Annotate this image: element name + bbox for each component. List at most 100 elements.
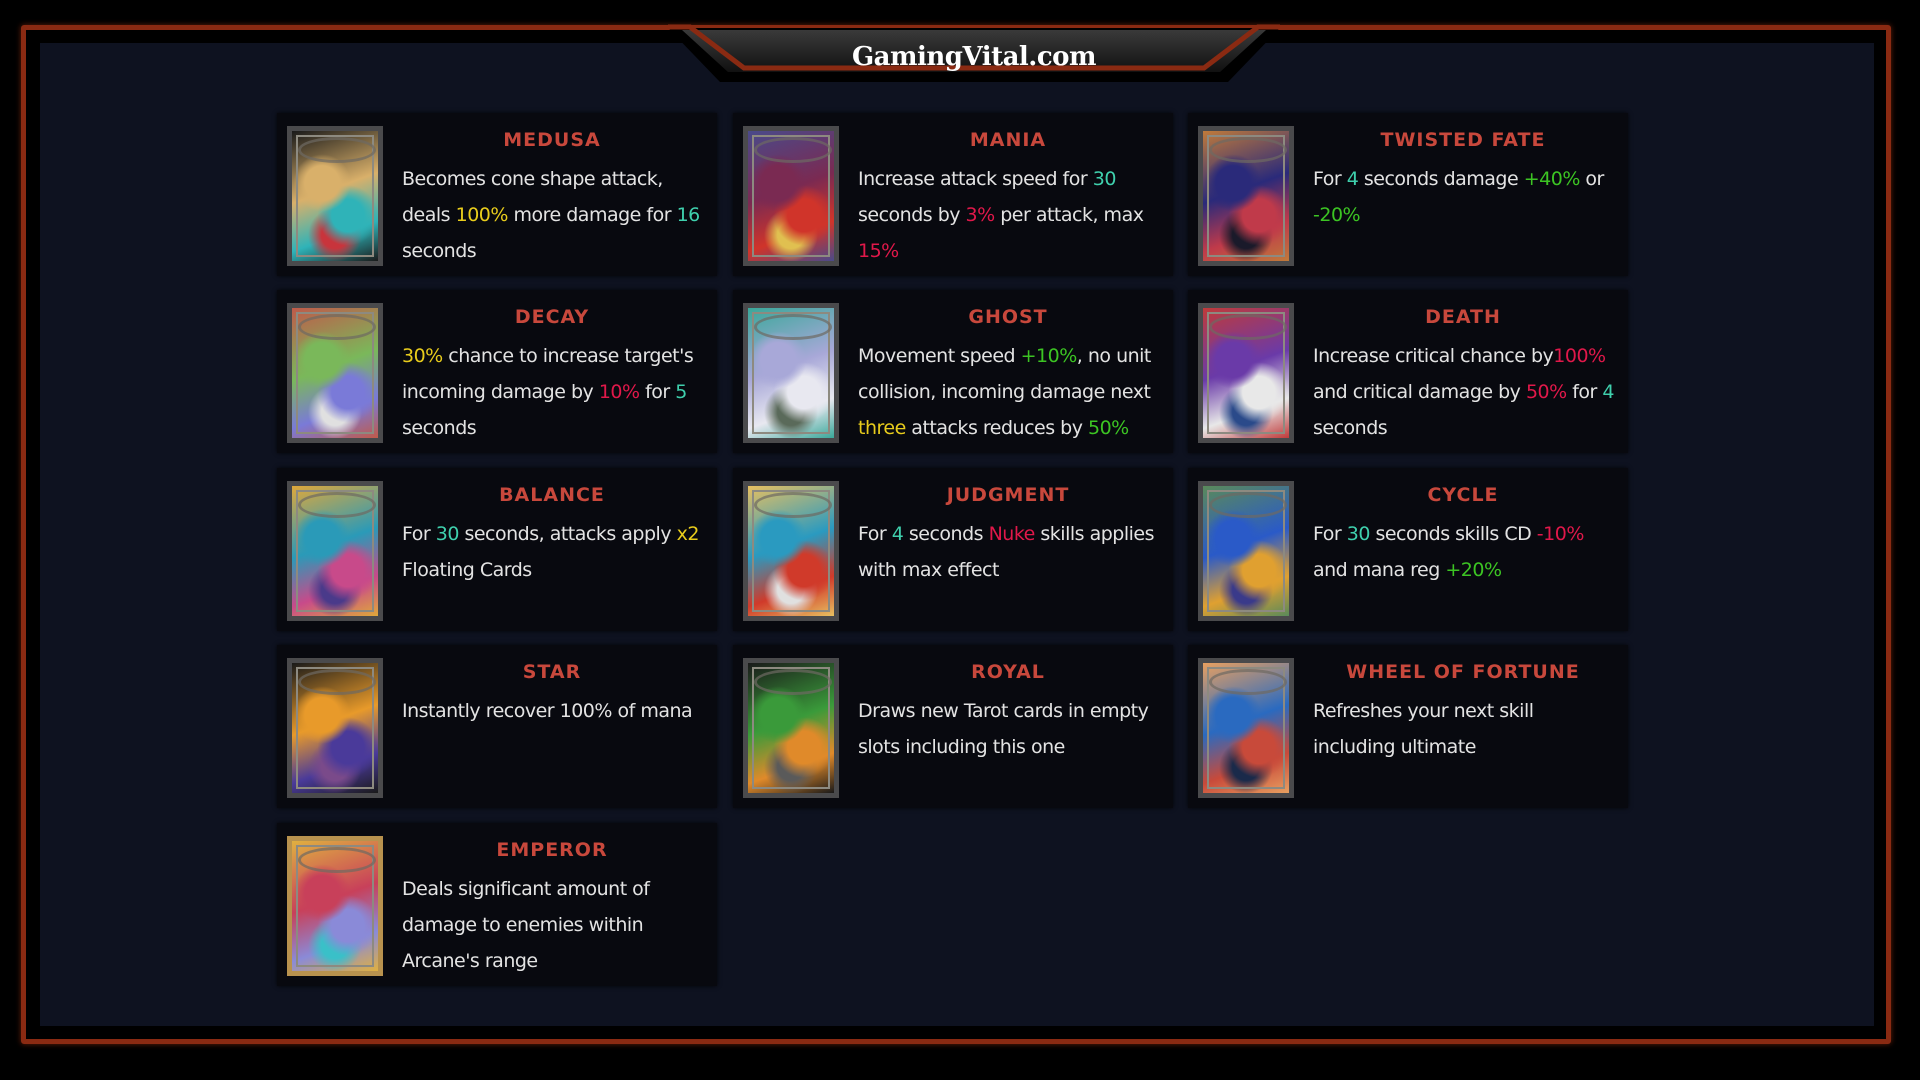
card-art-ornament xyxy=(1209,314,1287,340)
card-description: Increase critical chance by100% and crit… xyxy=(1313,338,1620,446)
highlight-value: 30 xyxy=(1092,168,1117,190)
tarot-card-art-icon xyxy=(743,126,839,266)
description-text: more damage for xyxy=(507,204,677,226)
card-art-ornament xyxy=(754,137,832,163)
description-text: and critical damage by xyxy=(1313,381,1526,403)
tarot-card-judgment: JUDGMENT For 4 seconds Nuke skills applie… xyxy=(733,468,1173,631)
highlight-value: -10% xyxy=(1536,523,1585,545)
description-text: seconds by xyxy=(858,204,966,226)
card-art-ornament xyxy=(1209,137,1287,163)
tarot-card-art-icon xyxy=(1198,658,1294,798)
card-art-ornament xyxy=(298,847,376,873)
description-text: For xyxy=(1313,523,1347,545)
tarot-card-art-icon xyxy=(1198,481,1294,621)
description-text: Draws new Tarot cards in empty slots inc… xyxy=(858,700,1149,758)
description-text: and mana reg xyxy=(1313,559,1446,581)
description-text: attacks reduces by xyxy=(905,417,1088,439)
card-title: TWISTED FATE xyxy=(1380,129,1546,151)
card-description: Increase attack speed for 30 seconds by … xyxy=(858,161,1165,269)
tarot-card-twisted-fate: TWISTED FATE For 4 seconds damage +40% or… xyxy=(1188,113,1628,276)
card-title: DEATH xyxy=(1425,306,1501,328)
tarot-card-art-icon xyxy=(1198,126,1294,266)
card-description: For 30 seconds, attacks apply x2 Floatin… xyxy=(402,516,709,588)
tarot-card-star: STAR Instantly recover 100% of mana xyxy=(277,645,717,808)
card-art-ornament xyxy=(754,314,832,340)
card-art-ornament xyxy=(298,314,376,340)
description-text: seconds xyxy=(402,240,477,262)
card-title: BALANCE xyxy=(499,484,605,506)
card-title: EMPEROR xyxy=(496,839,608,861)
card-description: For 4 seconds damage +40% or -20% xyxy=(1313,161,1620,233)
card-description: Instantly recover 100% of mana xyxy=(402,693,709,729)
card-title: MANIA xyxy=(969,129,1047,151)
card-description: Becomes cone shape attack, deals 100% mo… xyxy=(402,161,709,269)
card-title: STAR xyxy=(522,661,582,683)
tarot-card-balance: BALANCE For 30 seconds, attacks apply x2 … xyxy=(277,468,717,631)
card-art-ornament xyxy=(754,492,832,518)
description-text: for xyxy=(639,381,676,403)
description-text: Increase attack speed for xyxy=(858,168,1093,190)
card-title: GHOST xyxy=(968,306,1048,328)
description-text: Instantly recover 100% of mana xyxy=(402,700,693,722)
description-text: for xyxy=(1566,381,1603,403)
card-description: Deals significant amount of damage to en… xyxy=(402,871,709,979)
tarot-card-wheel-of-fortune: WHEEL OF FORTUNE Refreshes your next skil… xyxy=(1188,645,1628,808)
tarot-card-art-icon xyxy=(743,481,839,621)
tarot-card-art-icon xyxy=(287,658,383,798)
tarot-card-emperor: EMPEROR Deals significant amount of damag… xyxy=(277,823,717,986)
description-text: seconds xyxy=(903,523,989,545)
card-title: CYCLE xyxy=(1427,484,1499,506)
card-title: ROYAL xyxy=(971,661,1045,683)
tarot-card-mania: MANIA Increase attack speed for 30 second… xyxy=(733,113,1173,276)
description-text: Refreshes your next skill including ulti… xyxy=(1313,700,1534,758)
description-text: Floating Cards xyxy=(402,559,532,581)
description-text: Deals significant amount of damage to en… xyxy=(402,878,650,972)
highlight-value: 10% xyxy=(598,381,640,403)
tarot-card-royal: ROYAL Draws new Tarot cards in empty slot… xyxy=(733,645,1173,808)
description-text: For xyxy=(402,523,436,545)
highlight-value: 4 xyxy=(891,523,904,545)
highlight-value: 4 xyxy=(1346,168,1359,190)
highlight-value: 3% xyxy=(965,204,996,226)
highlight-value: 30 xyxy=(435,523,460,545)
tarot-card-art-icon xyxy=(743,303,839,443)
description-text: seconds xyxy=(402,417,477,439)
tarot-card-ghost: GHOST Movement speed +10%, no unit collis… xyxy=(733,290,1173,453)
description-text: For xyxy=(1313,168,1347,190)
card-description: For 30 seconds skills CD -10% and mana r… xyxy=(1313,516,1620,588)
card-art-ornament xyxy=(298,492,376,518)
card-description: Movement speed +10%, no unit collision, … xyxy=(858,338,1165,446)
highlight-value: three xyxy=(858,417,906,439)
highlight-value: 15% xyxy=(858,240,899,262)
highlight-value: 100% xyxy=(1553,345,1606,367)
description-text: or xyxy=(1579,168,1604,190)
tarot-card-art-icon xyxy=(743,658,839,798)
description-text: For xyxy=(858,523,892,545)
highlight-value: 5 xyxy=(675,381,687,403)
highlight-value: 16 xyxy=(676,204,701,226)
description-text: per attack, max xyxy=(994,204,1144,226)
tarot-card-death: DEATH Increase critical chance by100% and… xyxy=(1188,290,1628,453)
card-title: MEDUSA xyxy=(503,129,601,151)
card-title: WHEEL OF FORTUNE xyxy=(1346,661,1580,683)
highlight-value: x2 xyxy=(676,523,700,545)
highlight-value: +40% xyxy=(1523,168,1581,190)
highlight-value: -20% xyxy=(1313,204,1361,226)
tarot-card-art-icon xyxy=(287,126,383,266)
card-art-ornament xyxy=(754,669,832,695)
card-art-ornament xyxy=(298,137,376,163)
highlight-value: Nuke xyxy=(988,523,1036,545)
highlight-value: 50% xyxy=(1087,417,1129,439)
description-text: Movement speed xyxy=(858,345,1021,367)
card-description: Refreshes your next skill including ulti… xyxy=(1313,693,1620,765)
highlight-value: +10% xyxy=(1020,345,1078,367)
card-art-ornament xyxy=(1209,669,1287,695)
description-text: seconds skills CD xyxy=(1369,523,1537,545)
site-title: GamingVital.com xyxy=(851,42,1097,72)
card-description: Draws new Tarot cards in empty slots inc… xyxy=(858,693,1165,765)
description-text: seconds damage xyxy=(1358,168,1524,190)
tarot-card-medusa: MEDUSA Becomes cone shape attack, deals 1… xyxy=(277,113,717,276)
card-description: 30% chance to increase target's incoming… xyxy=(402,338,709,446)
header-plate: GamingVital.com xyxy=(668,20,1280,82)
description-text: seconds, attacks apply xyxy=(458,523,677,545)
